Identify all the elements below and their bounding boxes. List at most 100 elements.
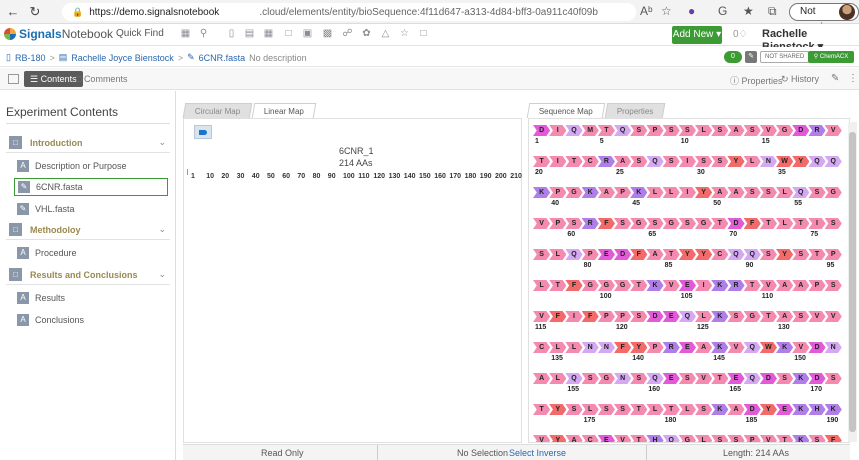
residue[interactable]: V — [614, 435, 632, 442]
vertical-scrollbar[interactable] — [848, 122, 857, 442]
residue[interactable]: D — [808, 373, 826, 384]
residue[interactable]: L — [565, 342, 583, 353]
residue[interactable]: S — [727, 435, 745, 442]
residue[interactable]: T — [565, 156, 583, 167]
sequence-row[interactable]: LTFGGGTKVEIKRTVAAPS — [533, 280, 842, 291]
star-icon[interactable]: ☆ — [399, 28, 410, 39]
residue[interactable]: S — [630, 156, 648, 167]
residue[interactable]: S — [581, 373, 599, 384]
molecule-icon[interactable]: ☍ — [342, 28, 353, 39]
residue[interactable]: Q — [565, 373, 583, 384]
residue[interactable]: W — [776, 156, 794, 167]
residue[interactable]: C — [711, 249, 729, 260]
residue[interactable]: W — [759, 342, 777, 353]
printer-icon[interactable]: ▩ — [322, 28, 333, 39]
residue[interactable]: S — [824, 373, 842, 384]
residue[interactable]: F — [597, 218, 615, 229]
residue[interactable]: V — [662, 280, 680, 291]
grid-icon[interactable]: ▦ — [180, 28, 191, 39]
residue[interactable]: L — [695, 125, 713, 136]
residue[interactable]: S — [597, 404, 615, 415]
residue[interactable]: S — [792, 249, 810, 260]
residue[interactable]: S — [759, 187, 777, 198]
residue[interactable]: S — [695, 404, 713, 415]
sequence-row[interactable]: TYSLSSTLTLSKADYEKHK — [533, 404, 842, 415]
residue[interactable]: Y — [678, 249, 696, 260]
residue[interactable]: S — [695, 156, 713, 167]
residue[interactable]: F — [614, 342, 632, 353]
section-methodoloy[interactable]: □ Methodoloy ⌄ — [6, 220, 170, 240]
residue[interactable]: L — [776, 218, 794, 229]
residue[interactable]: G — [678, 435, 696, 442]
comment-icon[interactable]: □ — [283, 28, 294, 39]
residue[interactable]: S — [630, 311, 648, 322]
read-aloud-icon[interactable]: Aᵇ — [640, 4, 653, 18]
residue[interactable]: Y — [759, 404, 777, 415]
table-icon[interactable]: ▦ — [263, 28, 274, 39]
residue[interactable]: S — [824, 280, 842, 291]
tab-properties[interactable]: Properties — [604, 103, 666, 118]
residue[interactable]: L — [662, 187, 680, 198]
residue[interactable]: M — [581, 125, 599, 136]
feature-marker-icon[interactable] — [194, 125, 212, 139]
residue[interactable]: A — [565, 435, 583, 442]
comment-count-badge[interactable]: 0 — [724, 51, 742, 63]
residue[interactable]: G — [743, 311, 761, 322]
image-icon[interactable]: ▣ — [302, 28, 313, 39]
flask-icon[interactable]: △ — [380, 28, 391, 39]
residue[interactable]: V — [824, 125, 842, 136]
residue[interactable]: S — [678, 218, 696, 229]
sequence-row[interactable]: DIQMTQSPSSLSASVGDRV — [533, 125, 842, 136]
sequence-row[interactable]: CLLNNFYPREAKVQWKVDN — [533, 342, 842, 353]
properties-button[interactable]: ⓘ Properties — [730, 74, 783, 87]
residue[interactable]: S — [727, 311, 745, 322]
residue[interactable]: I — [808, 218, 826, 229]
residue[interactable]: Q — [824, 156, 842, 167]
residue[interactable]: P — [614, 311, 632, 322]
residue[interactable]: R — [662, 342, 680, 353]
residue[interactable]: Q — [808, 156, 826, 167]
residue[interactable]: T — [759, 218, 777, 229]
residue[interactable]: P — [549, 218, 567, 229]
residue[interactable]: T — [630, 435, 648, 442]
residue[interactable]: Q — [662, 435, 680, 442]
residue[interactable]: S — [565, 218, 583, 229]
residue[interactable]: K — [711, 342, 729, 353]
residue[interactable]: Q — [678, 311, 696, 322]
residue[interactable]: A — [776, 311, 794, 322]
residue[interactable]: V — [533, 311, 551, 322]
residue[interactable]: Q — [565, 249, 583, 260]
residue[interactable]: G — [695, 218, 713, 229]
residue[interactable]: Y — [695, 187, 713, 198]
residue[interactable]: D — [614, 249, 632, 260]
sequence-row[interactable]: VYACEVTHQGLSSPVTKSF — [533, 435, 842, 442]
signals-logo[interactable]: Signals Notebook — [4, 27, 113, 41]
residue[interactable]: N — [581, 342, 599, 353]
residue[interactable]: A — [727, 404, 745, 415]
residue[interactable]: L — [549, 373, 567, 384]
breadcrumb-entity[interactable]: 6CNR.fasta — [199, 53, 246, 63]
residue[interactable]: V — [759, 125, 777, 136]
sequence-row[interactable]: VPSRFSGSGSGTDFTLTIS — [533, 218, 842, 229]
residue[interactable]: K — [792, 435, 810, 442]
residue[interactable]: S — [759, 249, 777, 260]
edit-icon[interactable]: ✎ — [831, 73, 839, 84]
residue[interactable]: P — [597, 311, 615, 322]
residue[interactable]: L — [533, 280, 551, 291]
residue[interactable]: A — [792, 280, 810, 291]
residue[interactable]: P — [581, 249, 599, 260]
residue[interactable]: S — [792, 311, 810, 322]
residue[interactable]: V — [533, 218, 551, 229]
residue[interactable]: F — [549, 311, 567, 322]
tab-circular-map[interactable]: Circular Map — [182, 103, 253, 118]
residue[interactable]: E — [597, 249, 615, 260]
document-icon[interactable]: ▤ — [244, 28, 255, 39]
residue[interactable]: G — [824, 187, 842, 198]
item-6cnr-fasta[interactable]: ✎ 6CNR.fasta — [14, 178, 168, 196]
residue[interactable]: S — [808, 435, 826, 442]
edit-icon[interactable]: ✎ — [745, 51, 757, 63]
breadcrumb-experiment[interactable]: Rachelle Joyce Bienstock — [71, 53, 174, 63]
residue[interactable]: Y — [776, 249, 794, 260]
residue[interactable]: D — [759, 373, 777, 384]
residue[interactable]: Y — [549, 435, 567, 442]
